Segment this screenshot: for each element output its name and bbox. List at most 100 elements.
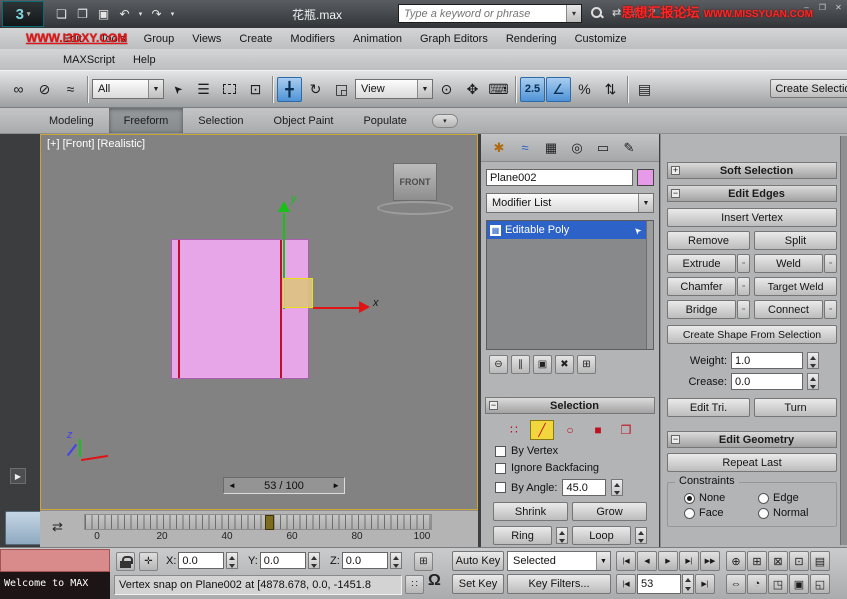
named-selection-sets-icon[interactable]: ▤ <box>632 77 657 102</box>
bridge-settings-icon[interactable]: ▫ <box>737 300 750 319</box>
spin-up-button[interactable] <box>683 575 693 584</box>
edit-tri-button[interactable]: Edit Tri. <box>667 398 750 417</box>
maxscript-mini-listener[interactable]: Welcome to MAX <box>0 572 110 599</box>
minimize-button[interactable]: – <box>800 1 813 13</box>
time-slider-handle[interactable] <box>265 515 274 530</box>
target-weld-button[interactable]: Target Weld <box>754 277 837 296</box>
current-frame-input[interactable] <box>641 578 677 590</box>
menu-modifiers[interactable]: Modifiers <box>281 28 344 49</box>
border-subobject-icon[interactable]: ○ <box>558 420 582 440</box>
grid-icon[interactable]: ▦ <box>540 137 562 159</box>
spin-up-button[interactable] <box>227 553 237 561</box>
split-button[interactable]: Split <box>754 231 837 250</box>
extrude-button[interactable]: Extrude <box>667 254 736 273</box>
viewcube-ring[interactable] <box>377 201 453 215</box>
use-pivot-point-icon[interactable]: ⊙ <box>434 77 459 102</box>
extrude-settings-icon[interactable]: ▫ <box>737 254 750 273</box>
select-and-link-icon[interactable]: ∞ <box>6 77 31 102</box>
previous-frame-icon[interactable]: ◀ <box>637 551 657 571</box>
spin-down-button[interactable] <box>683 584 693 593</box>
open-file-icon[interactable]: ❐ <box>73 5 92 24</box>
macro-recorder-field[interactable] <box>0 549 110 572</box>
edit-geometry-rollout-header[interactable]: − Edit Geometry <box>667 431 837 448</box>
timeline-ruler[interactable] <box>84 514 432 530</box>
y-coordinate-input[interactable] <box>264 555 302 567</box>
connect-settings-icon[interactable]: ▫ <box>824 300 837 319</box>
maximize-viewport-icon[interactable]: ◳ <box>768 574 788 594</box>
snaps-toggle-icon[interactable]: 2.5 <box>520 77 545 102</box>
bind-to-space-warp-icon[interactable]: ≈ <box>58 77 83 102</box>
by-angle-checkbox[interactable] <box>495 482 506 493</box>
edge-subobject-icon[interactable]: ╱ <box>530 420 554 440</box>
save-file-icon[interactable]: ▣ <box>94 5 113 24</box>
search-dropdown-icon[interactable]: ▾ <box>566 5 581 22</box>
remove-button[interactable]: Remove <box>667 231 750 250</box>
pan-icon[interactable]: ⇔ <box>726 574 746 594</box>
selection-rollout-header[interactable]: − Selection <box>485 397 655 414</box>
spin-down-button[interactable] <box>808 361 818 369</box>
menu-group[interactable]: Group <box>135 28 184 49</box>
spin-up-button[interactable] <box>808 353 818 361</box>
viewcube[interactable]: FRONT <box>393 163 437 201</box>
connect-button[interactable]: Connect <box>754 300 823 319</box>
select-and-move-icon[interactable]: ╋ <box>277 77 302 102</box>
z-coordinate-input[interactable] <box>346 555 384 567</box>
timeline-pan-icon[interactable]: ⇄ <box>52 519 63 535</box>
auto-key-button[interactable]: Auto Key <box>452 551 504 571</box>
make-unique-icon[interactable]: ▣ <box>533 355 552 374</box>
stack-scrollbar[interactable] <box>646 221 653 349</box>
shrink-button[interactable]: Shrink <box>493 502 568 521</box>
spin-down-button[interactable] <box>227 561 237 569</box>
zoom-region-icon[interactable]: ⊡ <box>789 551 809 571</box>
magnet-icon[interactable]: Ω <box>428 572 441 590</box>
menu-customize[interactable]: Customize <box>566 28 636 49</box>
spin-down-button[interactable] <box>391 561 401 569</box>
weld-settings-icon[interactable]: ▫ <box>824 254 837 273</box>
menu-create[interactable]: Create <box>230 28 281 49</box>
next-frame-arrow-icon[interactable]: ► <box>332 481 340 490</box>
viewport-label[interactable]: [+] [Front] [Realistic] <box>47 138 145 150</box>
select-and-scale-icon[interactable]: ◲ <box>329 77 354 102</box>
spin-up-button[interactable] <box>612 480 622 488</box>
constraint-face-radio[interactable] <box>684 508 695 519</box>
zoom-extents-selected-icon[interactable]: ◱ <box>810 574 830 594</box>
redo-dropdown-icon[interactable]: ▾ <box>168 5 177 24</box>
panel-scrollbar[interactable] <box>840 136 847 545</box>
spin-up-button[interactable] <box>636 528 646 536</box>
monitor-icon[interactable]: ▭ <box>592 137 614 159</box>
modifier-list-dropdown[interactable]: Modifier List▼ <box>486 193 654 213</box>
isolate-selection-icon[interactable]: ▣ <box>789 574 809 594</box>
undo-icon[interactable]: ↶ <box>115 5 134 24</box>
zoom-extents-icon[interactable]: ⊠ <box>768 551 788 571</box>
reference-coordinate-dropdown[interactable]: View▼ <box>355 79 433 99</box>
repeat-last-button[interactable]: Repeat Last <box>667 453 837 472</box>
go-to-start-icon[interactable]: |◀ <box>616 551 636 571</box>
keyboard-shortcut-override-icon[interactable]: ⌨ <box>486 77 511 102</box>
next-frame-icon[interactable]: ▶| <box>679 551 699 571</box>
search-icon[interactable] <box>590 6 603 19</box>
spin-down-button[interactable] <box>557 536 567 544</box>
spin-up-button[interactable] <box>391 553 401 561</box>
select-and-rotate-icon[interactable]: ↻ <box>303 77 328 102</box>
soft-selection-rollout-header[interactable]: + Soft Selection <box>667 162 837 179</box>
crease-input[interactable] <box>735 376 799 388</box>
bridge-button[interactable]: Bridge <box>667 300 736 319</box>
spin-down-button[interactable] <box>309 561 319 569</box>
spin-up-button[interactable] <box>309 553 319 561</box>
prev-frame-arrow-icon[interactable]: ◄ <box>228 481 236 490</box>
menu-maxscript[interactable]: MAXScript <box>54 49 124 70</box>
by-vertex-checkbox[interactable] <box>495 446 506 457</box>
stack-item-editable-poly[interactable]: ▦ Editable Poly ➤ <box>487 221 653 239</box>
mini-curve-editor-button[interactable] <box>5 511 43 545</box>
remove-modifier-icon[interactable]: ✖ <box>555 355 574 374</box>
ribbon-minimize-icon[interactable]: ▾ <box>432 114 458 128</box>
pin-stack-icon[interactable]: ⊖ <box>489 355 508 374</box>
by-angle-input[interactable] <box>566 482 602 494</box>
menu-graph-editors[interactable]: Graph Editors <box>411 28 497 49</box>
angle-snap-icon[interactable]: ∠ <box>546 77 571 102</box>
selected-edge[interactable] <box>280 240 282 378</box>
tab-object-paint[interactable]: Object Paint <box>259 108 349 133</box>
absolute-offset-mode-icon[interactable]: ✛ <box>139 552 158 571</box>
selected-edge[interactable] <box>178 240 180 378</box>
tab-populate[interactable]: Populate <box>348 108 421 133</box>
